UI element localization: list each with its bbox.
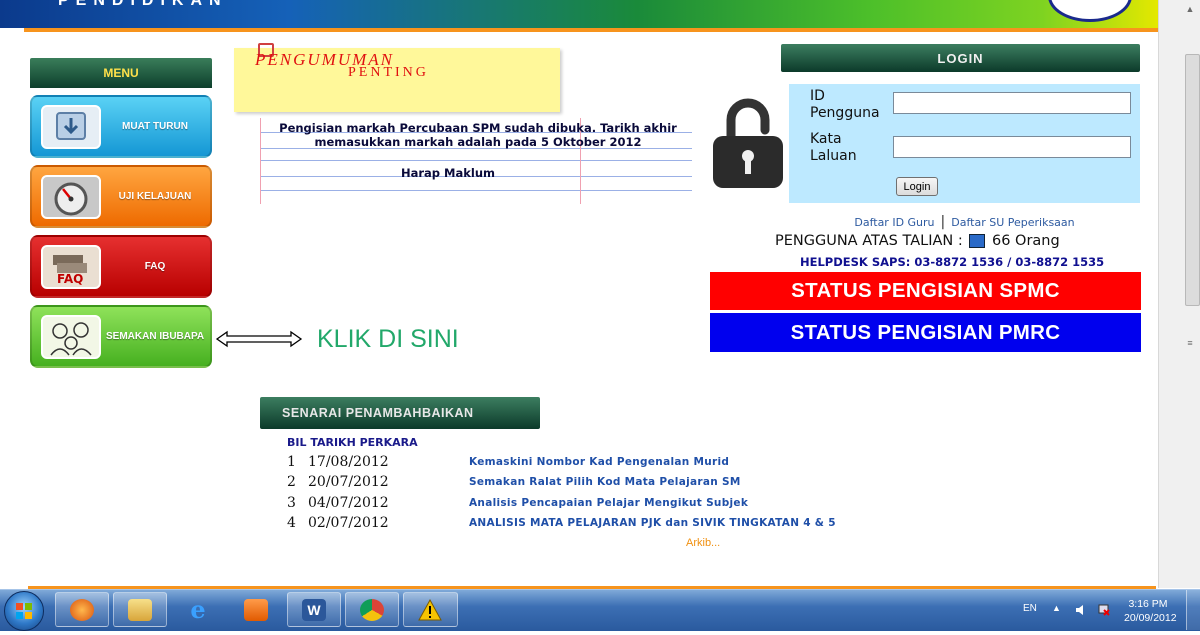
download-icon [41,105,101,149]
update-link[interactable]: Kemaskini Nombor Kad Pengenalan Murid [469,456,729,468]
faq-button[interactable]: FAQ FAQ [30,235,212,298]
windows-logo-icon [16,603,32,619]
row-date: 20/07/2012 [308,474,389,490]
row-bil: 2 [287,474,296,490]
updates-header: SENARAI PENAMBAHBAIKAN [260,397,540,429]
show-desktop-button[interactable] [1186,590,1200,630]
header-divider [24,28,1158,32]
row-date: 17/08/2012 [308,454,389,470]
taskbar-internet-explorer[interactable]: e [171,592,225,627]
updates-column-headers: BIL TARIKH PERKARA [287,436,418,449]
helpdesk-info: HELPDESK SAPS: 03-8872 1536 / 03-8872 15… [800,255,1105,269]
password-label-line2: Laluan [810,148,857,164]
id-pengguna-input[interactable] [893,92,1131,114]
semakan-ibubapa-button[interactable]: SEMAKAN IBUBAPA [30,305,212,368]
login-title: LOGIN [937,51,984,66]
announcement-body: Pengisian markah Percubaan SPM sudah dib… [279,121,677,149]
taskbar-warning[interactable] [403,592,458,627]
row-date: 02/07/2012 [308,515,389,531]
taskbar-word[interactable]: W [287,592,341,627]
online-count: 66 Orang [991,233,1060,249]
taskbar-chrome[interactable] [345,592,399,627]
online-label: PENGGUNA ATAS TALIAN : [775,233,963,249]
semakan-ibubapa-label: SEMAKAN IBUBAPA [106,331,205,342]
menu-title: MENU [103,66,139,80]
register-links: Daftar ID Guru | Daftar SU Peperiksaan [789,214,1140,230]
id-label-line2: Pengguna [810,105,880,121]
double-arrow-icon [215,330,303,348]
clock[interactable]: 3:16 PM 20/09/2012 [1124,597,1177,625]
update-link[interactable]: Analisis Pencapaian Pelajar Mengikut Sub… [469,497,748,509]
firefox-icon [70,599,94,621]
clock-date: 20/09/2012 [1124,612,1177,624]
parents-icon [41,315,101,359]
online-users: PENGGUNA ATAS TALIAN : 66 Orang [775,233,1060,249]
row-date: 04/07/2012 [308,495,389,511]
updates-title: SENARAI PENAMBAHBAIKAN [282,406,474,420]
media-player-icon [244,599,268,621]
password-label-line1: Kata [810,131,842,147]
taskbar-firefox[interactable] [55,592,109,627]
taskbar-media-player[interactable] [229,592,283,627]
muat-turun-button[interactable]: MUAT TURUN [30,95,212,158]
daftar-su-link[interactable]: Daftar SU Peperiksaan [951,216,1074,229]
speaker-icon[interactable] [1075,603,1087,615]
archive-link[interactable]: Arkib... [686,537,720,549]
ministry-logo [1048,0,1132,22]
chrome-icon [360,599,384,621]
klik-di-sini-callout: KLIK DI SINI [317,325,459,353]
svg-text:FAQ: FAQ [57,272,83,286]
start-button[interactable] [4,591,44,631]
row-bil: 1 [287,454,296,470]
faq-label: FAQ [144,261,166,272]
status-pmrc-button[interactable]: STATUS PENGISIAN PMRC [710,313,1141,352]
show-hidden-icons-icon[interactable]: ▲ [1052,603,1061,613]
internet-explorer-icon: e [190,595,206,624]
network-warning-icon[interactable] [1098,603,1110,616]
row-bil: 4 [287,515,296,531]
warning-icon [418,598,442,621]
word-icon: W [302,599,326,621]
status-spmc-button[interactable]: STATUS PENGISIAN SPMC [710,272,1141,310]
daftar-id-guru-link[interactable]: Daftar ID Guru [854,216,934,229]
update-link[interactable]: Semakan Ralat Pilih Kod Mata Pelajaran S… [469,476,741,488]
announcement-closing: Harap Maklum [400,166,496,180]
users-online-icon [969,234,986,248]
id-label-line1: ID [810,88,825,104]
uji-kelajuan-label: UJI KELAJUAN [118,191,192,202]
header-banner: PENDIDIKAN [0,0,1158,28]
announcement-subtitle: PENTING [348,65,429,80]
scroll-up-icon[interactable]: ▲ [1185,4,1195,14]
taskbar-explorer[interactable] [113,592,167,627]
clock-time: 3:16 PM [1128,598,1168,610]
uji-kelajuan-button[interactable]: UJI KELAJUAN [30,165,212,228]
padlock-icon [713,98,783,188]
scroll-grip-icon: ≡ [1187,338,1193,348]
login-header: LOGIN [781,44,1140,72]
kata-laluan-input[interactable] [893,136,1131,158]
scrollbar-thumb[interactable] [1185,54,1200,306]
login-button[interactable]: Login [896,177,938,196]
update-link[interactable]: ANALISIS MATA PELAJARAN PJK dan SIVIK TI… [469,517,836,529]
faq-icon: FAQ [41,245,101,289]
muat-turun-label: MUAT TURUN [122,121,188,132]
row-bil: 3 [287,495,296,511]
menu-header: MENU [30,58,212,88]
speedometer-icon [41,175,101,219]
header-title: PENDIDIKAN [58,0,228,9]
link-separator: | [940,214,946,230]
language-indicator[interactable]: EN [1023,603,1037,614]
explorer-icon [128,599,152,621]
